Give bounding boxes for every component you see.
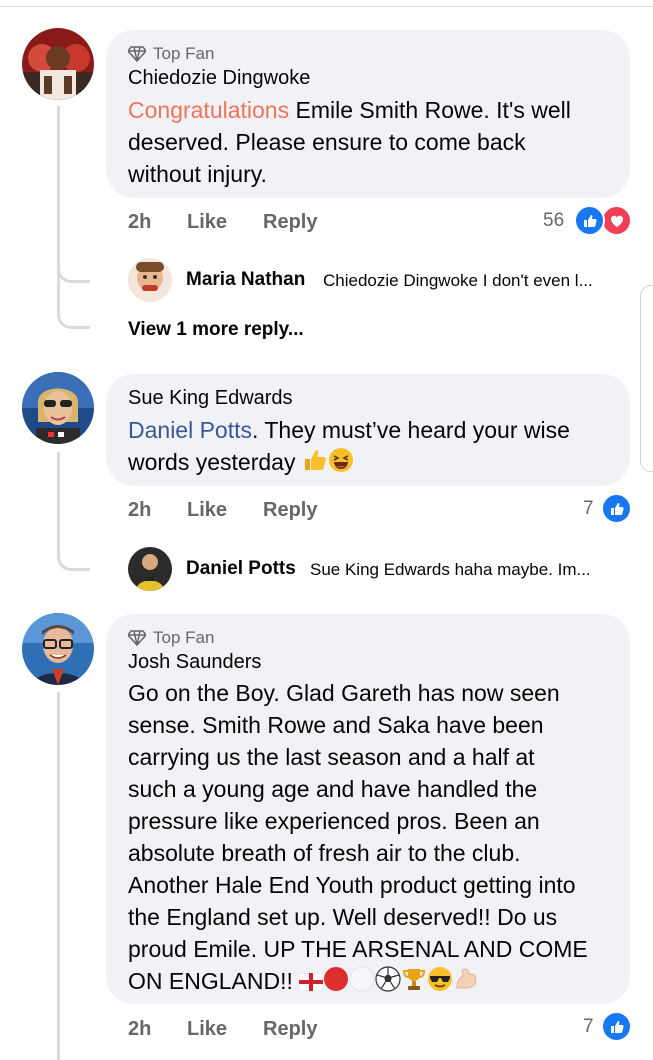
reply-connector — [57, 260, 90, 283]
love-reaction-icon — [601, 205, 632, 236]
reply-connector — [57, 520, 90, 571]
side-panel-edge — [640, 285, 653, 472]
like-reaction-icon — [601, 493, 632, 524]
top-fan-badge: Top Fan — [128, 44, 214, 64]
tagged-user-link[interactable]: Daniel Potts — [128, 417, 252, 443]
comment-time[interactable]: 2h — [128, 211, 151, 234]
comment-time[interactable]: 2h — [128, 1018, 151, 1041]
flexed-biceps-emoji-icon — [453, 966, 479, 1000]
like-reaction-icon — [601, 1011, 632, 1042]
top-divider — [0, 6, 653, 7]
reply-button[interactable]: Reply — [263, 1018, 317, 1041]
reaction-count[interactable]: 56 — [543, 210, 564, 232]
sunglasses-emoji-icon — [427, 966, 453, 1000]
avatar[interactable] — [22, 372, 94, 444]
top-fan-badge: Top Fan — [128, 628, 214, 648]
laughing-emoji-icon — [328, 447, 354, 481]
avatar[interactable] — [22, 28, 94, 100]
like-button[interactable]: Like — [187, 499, 227, 522]
view-more-replies[interactable]: View 1 more reply... — [128, 319, 304, 341]
reply-button[interactable]: Reply — [263, 211, 317, 234]
reaction-count[interactable]: 7 — [583, 1016, 594, 1038]
comment-author[interactable]: Sue King Edwards — [128, 387, 293, 410]
reply-avatar[interactable] — [128, 547, 172, 591]
red-circle-emoji-icon — [323, 966, 349, 1000]
white-circle-emoji-icon — [349, 966, 375, 1000]
reply-connector — [57, 300, 90, 329]
thumbs-up-emoji-icon — [302, 448, 328, 480]
comment-text: Go on the Boy. Glad Gareth has now seen … — [128, 677, 626, 1000]
reply-preview[interactable]: Sue King Edwards haha maybe. Im... — [310, 560, 591, 580]
reply-author[interactable]: Daniel Potts — [186, 558, 296, 580]
diamond-icon — [128, 630, 146, 646]
avatar[interactable] — [22, 613, 94, 685]
reply-preview[interactable]: Chiedozie Dingwoke I don't even l... — [323, 271, 593, 291]
comment-text: Daniel Potts. They must’ve heard your wi… — [128, 414, 623, 481]
reply-avatar[interactable] — [128, 258, 172, 302]
trophy-emoji-icon — [401, 966, 427, 1000]
badge-label: Top Fan — [153, 44, 215, 63]
thread-line — [57, 692, 60, 1060]
diamond-icon — [128, 46, 146, 62]
england-flag-emoji-icon — [298, 967, 324, 999]
reply-button[interactable]: Reply — [263, 499, 317, 522]
reply-author[interactable]: Maria Nathan — [186, 269, 305, 291]
comment-text: Congratulations Emile Smith Rowe. It's w… — [128, 97, 571, 187]
comment-author[interactable]: Chiedozie Dingwoke — [128, 67, 310, 90]
like-button[interactable]: Like — [187, 1018, 227, 1041]
badge-label: Top Fan — [153, 628, 215, 647]
highlighted-word[interactable]: Congratulations — [128, 97, 289, 123]
comment-author[interactable]: Josh Saunders — [128, 651, 261, 674]
reaction-count[interactable]: 7 — [583, 498, 594, 520]
comment-time[interactable]: 2h — [128, 499, 151, 522]
like-button[interactable]: Like — [187, 211, 227, 234]
like-reaction-icon — [574, 205, 605, 236]
soccer-ball-emoji-icon — [375, 966, 401, 1000]
